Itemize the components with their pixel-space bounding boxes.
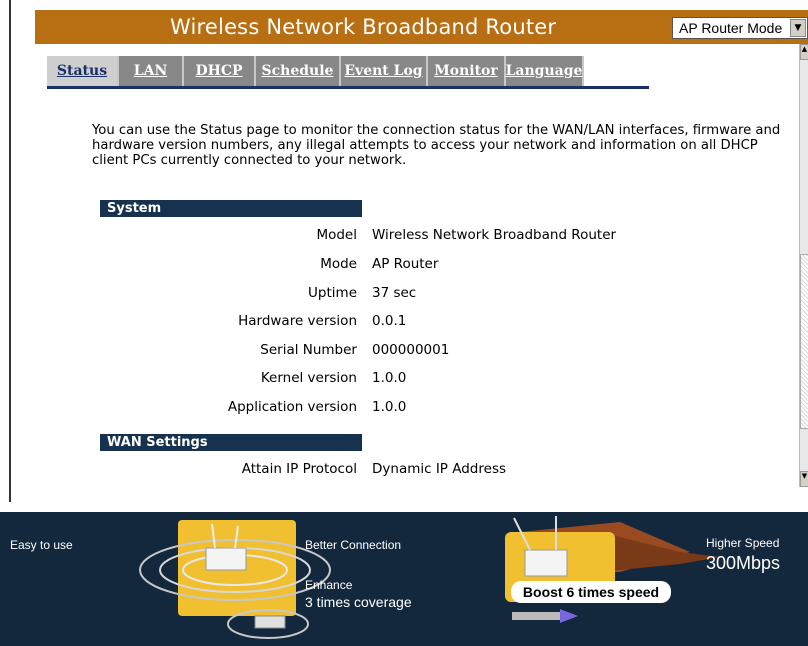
info-row-application-version: Application version 1.0.0 bbox=[100, 399, 750, 417]
tab-dhcp[interactable]: DHCP bbox=[184, 56, 256, 86]
info-value: Dynamic IP Address bbox=[372, 461, 507, 477]
page-title: Wireless Network Broadband Router bbox=[170, 15, 557, 39]
scrollbar[interactable]: ▲ ▼ bbox=[799, 44, 808, 487]
banner-easy-text: Easy to use bbox=[10, 538, 73, 552]
info-row-mode: Mode AP Router bbox=[100, 256, 750, 274]
promo-banner: Easy to use Better Connection Enhance 3 … bbox=[0, 512, 808, 646]
banner-higher-speed-text: Higher Speed bbox=[706, 536, 780, 550]
info-value: 37 sec bbox=[372, 285, 417, 301]
banner-speed-value: 300Mbps bbox=[706, 553, 781, 573]
info-value: 000000001 bbox=[372, 342, 450, 358]
info-label: Attain IP Protocol bbox=[241, 461, 357, 477]
tab-status[interactable]: Status bbox=[47, 56, 119, 86]
info-value: 1.0.0 bbox=[372, 370, 407, 386]
info-row-serial-number: Serial Number 000000001 bbox=[100, 342, 750, 360]
info-row-kernel-version: Kernel version 1.0.0 bbox=[100, 370, 750, 388]
tab-language[interactable]: Language bbox=[506, 56, 584, 86]
mode-select-value: AP Router Mode bbox=[679, 20, 783, 36]
scroll-thumb[interactable] bbox=[800, 254, 808, 429]
info-row-hardware-version: Hardware version 0.0.1 bbox=[100, 313, 750, 331]
info-value: 1.0.0 bbox=[372, 399, 407, 415]
info-row-uptime: Uptime 37 sec bbox=[100, 285, 750, 303]
chevron-down-icon[interactable]: ▼ bbox=[790, 19, 806, 37]
intro-text: You can use the Status page to monitor t… bbox=[92, 123, 781, 168]
tab-lan[interactable]: LAN bbox=[119, 56, 184, 86]
info-row-attain-ip-protocol: Attain IP Protocol Dynamic IP Address bbox=[100, 461, 750, 479]
router-coverage-illustration bbox=[139, 520, 331, 639]
scroll-down-arrow-icon[interactable]: ▼ bbox=[800, 471, 808, 487]
banner-boost-badge: Boost 6 times speed bbox=[511, 581, 671, 603]
info-value: Wireless Network Broadband Router bbox=[372, 227, 617, 243]
banner-coverage-text: 3 times coverage bbox=[305, 594, 412, 610]
info-value: 0.0.1 bbox=[372, 313, 407, 329]
tab-event-log[interactable]: Event Log bbox=[341, 56, 428, 86]
banner-better-connection-text: Better Connection bbox=[305, 538, 402, 552]
scroll-up-arrow-icon[interactable]: ▲ bbox=[800, 44, 808, 60]
tab-underline bbox=[47, 86, 649, 89]
mode-select[interactable]: AP Router Mode ▼ bbox=[672, 17, 808, 39]
info-row-model: Model Wireless Network Broadband Router bbox=[100, 227, 750, 245]
info-label: Application version bbox=[227, 399, 357, 415]
tab-schedule[interactable]: Schedule bbox=[256, 56, 341, 86]
router-speed-illustration bbox=[505, 516, 720, 623]
tab-monitor[interactable]: Monitor bbox=[428, 56, 506, 86]
info-label: Model bbox=[316, 227, 357, 243]
info-label: Serial Number bbox=[260, 342, 357, 358]
info-value: AP Router bbox=[372, 256, 439, 272]
left-border-line bbox=[9, 0, 11, 502]
section-wan-heading: WAN Settings bbox=[100, 434, 362, 451]
banner-enhance-text: Enhance bbox=[305, 578, 353, 592]
info-label: Mode bbox=[320, 256, 357, 272]
info-label: Uptime bbox=[308, 285, 357, 301]
section-system-heading: System bbox=[100, 200, 362, 217]
info-label: Kernel version bbox=[260, 370, 357, 386]
tab-bar: Status LAN DHCP Schedule Event Log Monit… bbox=[47, 56, 584, 86]
banner-graphics bbox=[139, 516, 720, 639]
info-label: Hardware version bbox=[238, 313, 357, 329]
